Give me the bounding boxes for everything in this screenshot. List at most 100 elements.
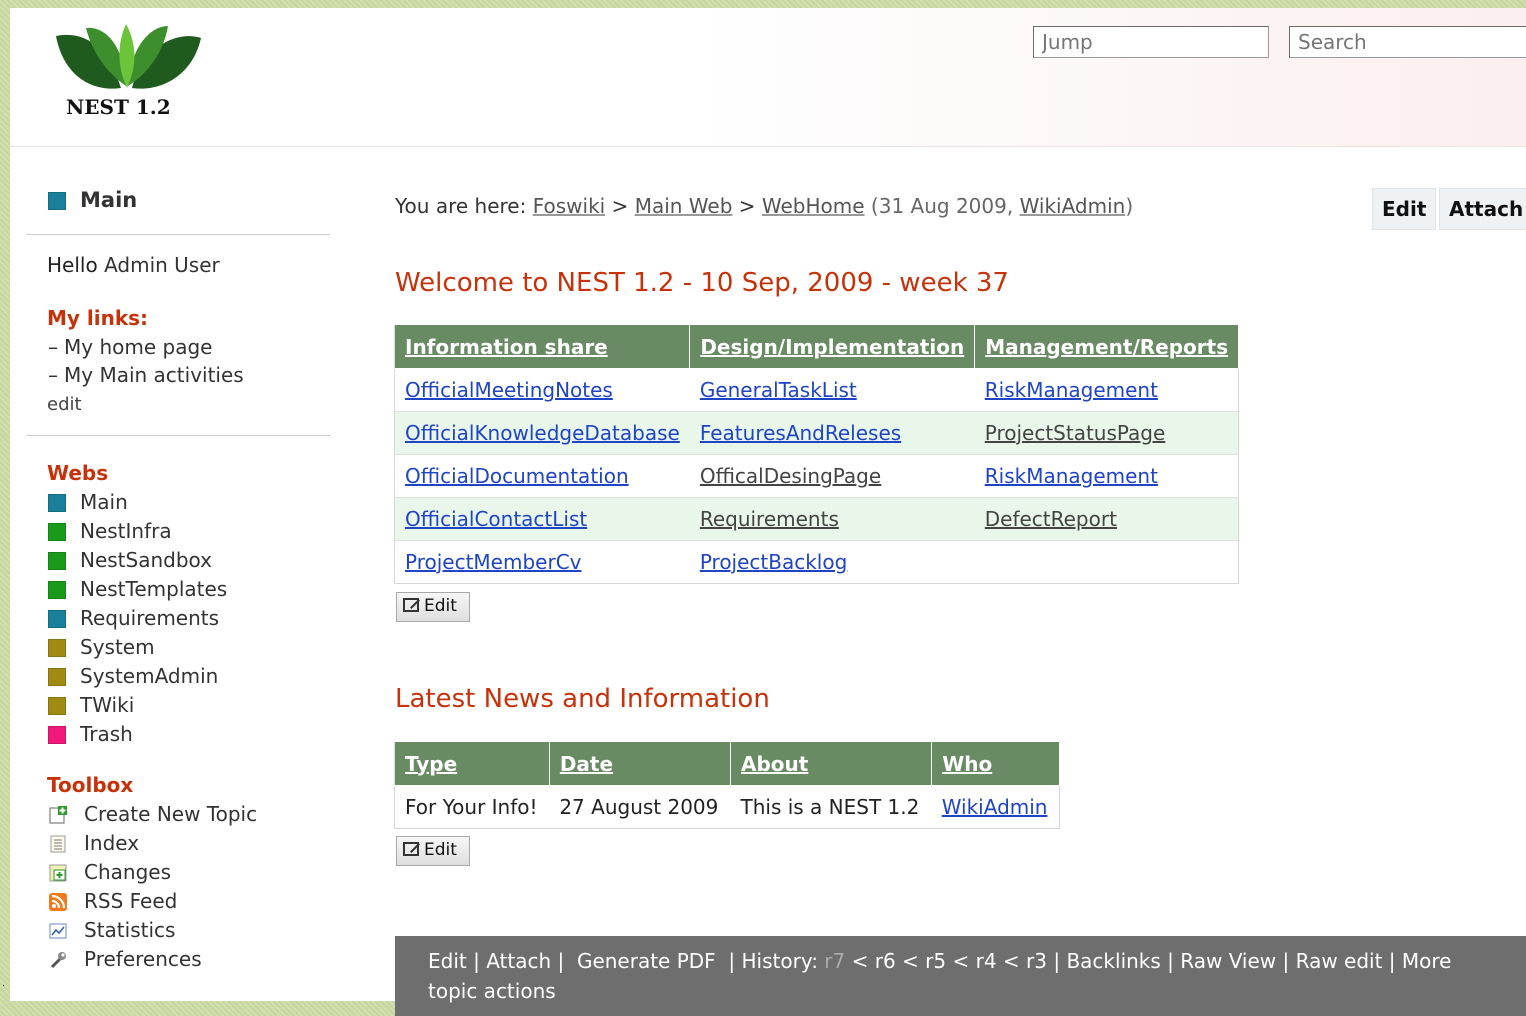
changes-icon — [48, 863, 68, 883]
breadcrumb-foswiki[interactable]: Foswiki — [533, 194, 606, 218]
web-color-icon — [48, 726, 66, 744]
table-cell — [974, 540, 1239, 584]
toolbox-preferences[interactable]: Preferences — [48, 947, 202, 971]
toolbox-label: Index — [84, 831, 140, 855]
toolbox-index[interactable]: Index — [48, 831, 139, 855]
nest-logo[interactable]: NEST 1.2 — [46, 22, 206, 122]
table-cell: ProjectBacklog — [689, 540, 975, 584]
web-link-requirements[interactable]: Requirements — [48, 606, 219, 630]
topic-link[interactable]: OfficialContactList — [405, 507, 587, 531]
table-cell: Requirements — [689, 497, 975, 541]
user-link[interactable]: Admin User — [104, 253, 220, 277]
toolbox-statistics[interactable]: Statistics — [48, 918, 175, 942]
news-column-header[interactable]: Who — [931, 741, 1060, 786]
table-cell: ProjectStatusPage — [974, 411, 1239, 455]
footer-raw-edit-link[interactable]: Raw edit — [1296, 949, 1383, 973]
footer-generate-pdf-link[interactable]: Generate PDF — [577, 949, 716, 973]
author-link[interactable]: WikiAdmin — [942, 795, 1048, 819]
breadcrumb-separator: > — [611, 194, 629, 218]
breadcrumb-main-web[interactable]: Main Web — [635, 194, 733, 218]
links-column-header[interactable]: Management/Reports — [974, 324, 1240, 369]
web-color-icon — [48, 668, 66, 686]
my-activities-link[interactable]: – My Main activities — [48, 363, 244, 387]
web-link-nestsandbox[interactable]: NestSandbox — [48, 548, 212, 572]
web-link-systemadmin[interactable]: SystemAdmin — [48, 664, 218, 688]
toolbox-rss-feed[interactable]: RSS Feed — [48, 889, 177, 913]
topic-link[interactable]: FeaturesAndReleses — [700, 421, 901, 445]
news-table-header: Type Date About Who — [394, 741, 1060, 786]
toolbox-label: RSS Feed — [84, 889, 178, 913]
web-color-icon — [48, 552, 66, 570]
current-web-title[interactable]: Main — [48, 188, 137, 212]
web-link-main[interactable]: Main — [48, 490, 128, 514]
new-topic-icon — [48, 805, 68, 825]
topic-link[interactable]: DefectReport — [985, 507, 1117, 531]
attach-button[interactable]: Attach — [1439, 188, 1526, 230]
breadcrumb-webhome[interactable]: WebHome — [762, 194, 865, 218]
dash: – — [48, 335, 58, 359]
topic-link[interactable]: RiskManagement — [985, 464, 1158, 488]
footer-raw-view-link[interactable]: Raw View — [1180, 949, 1276, 973]
news-column-header[interactable]: Date — [548, 741, 732, 786]
edit-table-label: Edit — [424, 596, 457, 616]
edit-button[interactable]: Edit — [1372, 188, 1437, 230]
topic-link[interactable]: OfficalDesingPage — [700, 464, 881, 488]
search-input[interactable] — [1289, 26, 1526, 58]
edit-links-link[interactable]: edit — [47, 394, 82, 415]
links-column-header[interactable]: Design/Implementation — [689, 324, 976, 369]
topic-link[interactable]: ProjectBacklog — [700, 550, 847, 574]
web-link-nesttemplates[interactable]: NestTemplates — [48, 577, 227, 601]
edit-table-button[interactable]: Edit — [396, 592, 470, 622]
web-label: SystemAdmin — [80, 664, 219, 688]
edit-news-label: Edit — [424, 840, 457, 860]
footer-rev-link[interactable]: r5 — [925, 949, 946, 973]
my-home-page-link[interactable]: – My home page — [48, 335, 212, 359]
footer-rev-link[interactable]: r3 — [1026, 949, 1047, 973]
footer-rev-link[interactable]: r6 — [875, 949, 896, 973]
jump-input[interactable] — [1033, 26, 1269, 58]
table-row: OfficialKnowledgeDatabase FeaturesAndRele… — [394, 411, 1239, 455]
topic-link[interactable]: OfficialDocumentation — [405, 464, 629, 488]
web-label: Requirements — [80, 606, 220, 630]
web-color-icon — [48, 697, 66, 715]
footer-history-label: History: — [741, 949, 818, 973]
news-heading: Latest News and Information — [395, 684, 770, 714]
web-link-trash[interactable]: Trash — [48, 722, 133, 746]
footer-backlinks-link[interactable]: Backlinks — [1066, 949, 1160, 973]
web-link-twiki[interactable]: TWiki — [48, 693, 134, 717]
toolbox-create-new-topic[interactable]: Create New Topic — [48, 802, 257, 826]
table-cell: ProjectMemberCv — [394, 540, 690, 584]
table-row: OfficialContactList Requirements DefectRep… — [394, 497, 1239, 541]
revision-author-link[interactable]: WikiAdmin — [1020, 194, 1126, 218]
footer-rev-link[interactable]: r4 — [976, 949, 997, 973]
dash: – — [48, 363, 58, 387]
topic-link[interactable]: RiskManagement — [985, 378, 1158, 402]
topic-link[interactable]: OfficialMeetingNotes — [405, 378, 613, 402]
topic-link[interactable]: ProjectMemberCv — [405, 550, 582, 574]
page: NEST 1.2 Main Hello Admin User My links:… — [10, 8, 1526, 1016]
news-column-header[interactable]: About — [729, 741, 933, 786]
table-cell: OfficialContactList — [394, 497, 690, 541]
edit-news-button[interactable]: Edit — [396, 836, 470, 866]
topic-link[interactable]: Requirements — [700, 507, 839, 531]
toolbox-changes[interactable]: Changes — [48, 860, 171, 884]
footer-edit-link[interactable]: Edit — [428, 949, 467, 973]
web-color-icon — [48, 494, 66, 512]
topic-link[interactable]: OfficialKnowledgeDatabase — [405, 421, 680, 445]
topic-link[interactable]: GeneralTaskList — [700, 378, 857, 402]
web-link-system[interactable]: System — [48, 635, 155, 659]
table-row: OfficialDocumentation OfficalDesingPage Ri… — [394, 454, 1239, 498]
edit-icon — [403, 598, 419, 612]
web-label: NestSandbox — [80, 548, 213, 572]
news-column-header[interactable]: Type — [394, 741, 550, 786]
links-column-header[interactable]: Information share — [393, 324, 691, 369]
footer-attach-link[interactable]: Attach — [486, 949, 551, 973]
web-link-nestinfra[interactable]: NestInfra — [48, 519, 172, 543]
toolbox-heading: Toolbox — [47, 773, 134, 797]
topic-link[interactable]: ProjectStatusPage — [985, 421, 1166, 445]
table-cell: RiskManagement — [974, 368, 1239, 412]
web-color-icon — [48, 610, 66, 628]
edit-icon — [403, 842, 419, 856]
web-label: NestTemplates — [80, 577, 228, 601]
divider — [26, 435, 330, 436]
